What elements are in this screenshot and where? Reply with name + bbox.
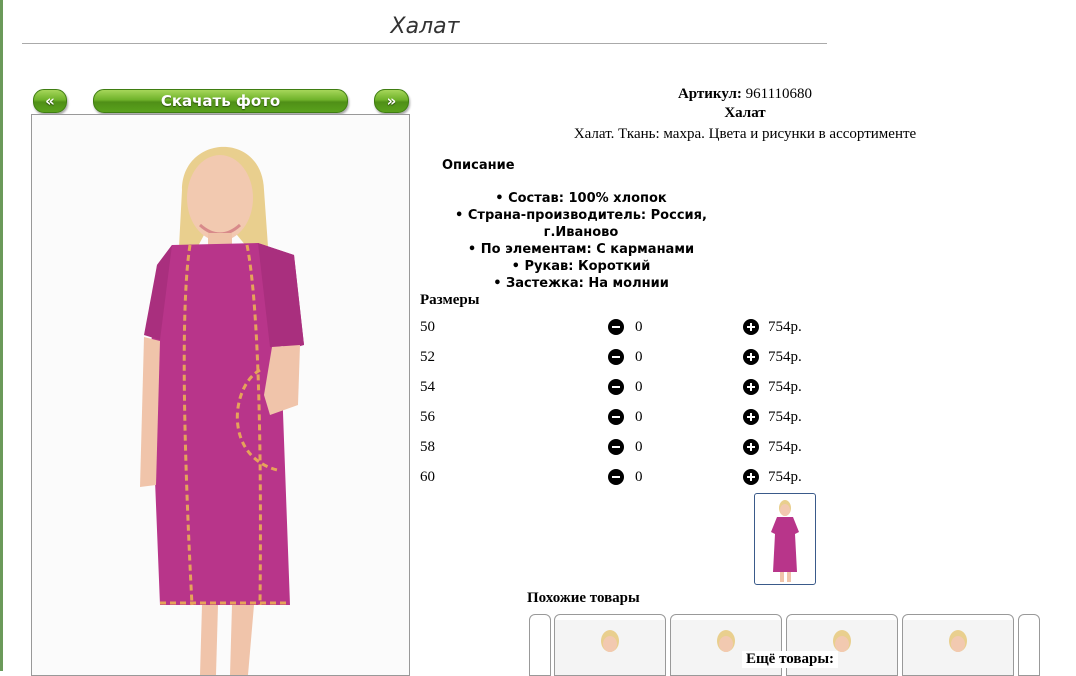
size-value: 50 [420, 319, 435, 335]
quantity-value: 0 [635, 379, 643, 395]
price-value: 754р. [768, 439, 802, 455]
carousel-prev-arrow[interactable] [529, 614, 551, 676]
feature-item: Застежка: На молнии [420, 275, 742, 292]
product-name: Халат [724, 105, 766, 121]
quantity-value: 0 [635, 319, 643, 335]
quantity-value: 0 [635, 349, 643, 365]
similar-product-card[interactable] [902, 614, 1014, 676]
size-value: 56 [420, 409, 435, 425]
minus-circle-icon[interactable] [608, 439, 624, 455]
product-short-description: Халат. Ткань: махра. Цвета и рисунки в а… [573, 126, 917, 142]
quantity-value: 0 [635, 409, 643, 425]
plus-circle-icon[interactable] [743, 319, 759, 335]
plus-circle-icon[interactable] [743, 349, 759, 365]
product-main-photo[interactable] [31, 114, 410, 676]
page-title: Халат [390, 14, 460, 39]
similar-product-card[interactable] [554, 614, 666, 676]
feature-item: Рукав: Короткий [420, 258, 742, 275]
size-row: 50 0 754р. [420, 317, 840, 337]
size-value: 52 [420, 349, 435, 365]
similar-product-image [555, 620, 665, 675]
price-value: 754р. [768, 409, 802, 425]
plus-circle-icon[interactable] [743, 379, 759, 395]
size-row: 52 0 754р. [420, 347, 840, 367]
page-left-border [0, 0, 3, 671]
size-value: 60 [420, 469, 435, 485]
product-photo-illustration [32, 115, 409, 675]
size-row: 60 0 754р. [420, 467, 840, 487]
more-products-heading: Ещё товары: [742, 651, 839, 668]
size-row: 54 0 754р. [420, 377, 840, 397]
quantity-value: 0 [635, 469, 643, 485]
size-row: 56 0 754р. [420, 407, 840, 427]
plus-circle-icon[interactable] [743, 409, 759, 425]
price-value: 754р. [768, 349, 802, 365]
size-value: 58 [420, 439, 435, 455]
quantity-value: 0 [635, 439, 643, 455]
minus-circle-icon[interactable] [608, 409, 624, 425]
sku-line: Артикул: 961110680 [420, 86, 1070, 103]
sku-label: Артикул: [677, 86, 742, 102]
price-value: 754р. [768, 379, 802, 395]
next-photo-button[interactable]: » [374, 89, 409, 113]
minus-circle-icon[interactable] [608, 349, 624, 365]
thumbnail-illustration [771, 500, 799, 582]
carousel-next-arrow[interactable] [1018, 614, 1040, 676]
minus-circle-icon[interactable] [608, 319, 624, 335]
description-heading: Описание [442, 158, 515, 173]
size-value: 54 [420, 379, 435, 395]
feature-item: По элементам: С карманами [420, 241, 742, 258]
feature-item: Состав: 100% хлопок [420, 190, 742, 207]
price-value: 754р. [768, 469, 802, 485]
title-divider [22, 43, 827, 44]
prev-photo-button[interactable]: « [33, 89, 67, 113]
minus-circle-icon[interactable] [608, 379, 624, 395]
plus-circle-icon[interactable] [743, 439, 759, 455]
similar-product-image [903, 620, 1013, 675]
plus-circle-icon[interactable] [743, 469, 759, 485]
similar-products-heading: Похожие товары [527, 590, 640, 606]
product-thumbnail[interactable] [754, 493, 816, 585]
feature-list: Состав: 100% хлопок Страна-производитель… [420, 190, 742, 292]
download-photo-button[interactable]: Скачать фото [93, 89, 348, 113]
sku-value: 961110680 [745, 86, 813, 102]
minus-circle-icon[interactable] [608, 469, 624, 485]
price-value: 754р. [768, 319, 802, 335]
sizes-heading: Размеры [420, 292, 480, 308]
feature-item: Страна-производитель: Россия, г.Иваново [420, 207, 742, 241]
size-row: 58 0 754р. [420, 437, 840, 457]
